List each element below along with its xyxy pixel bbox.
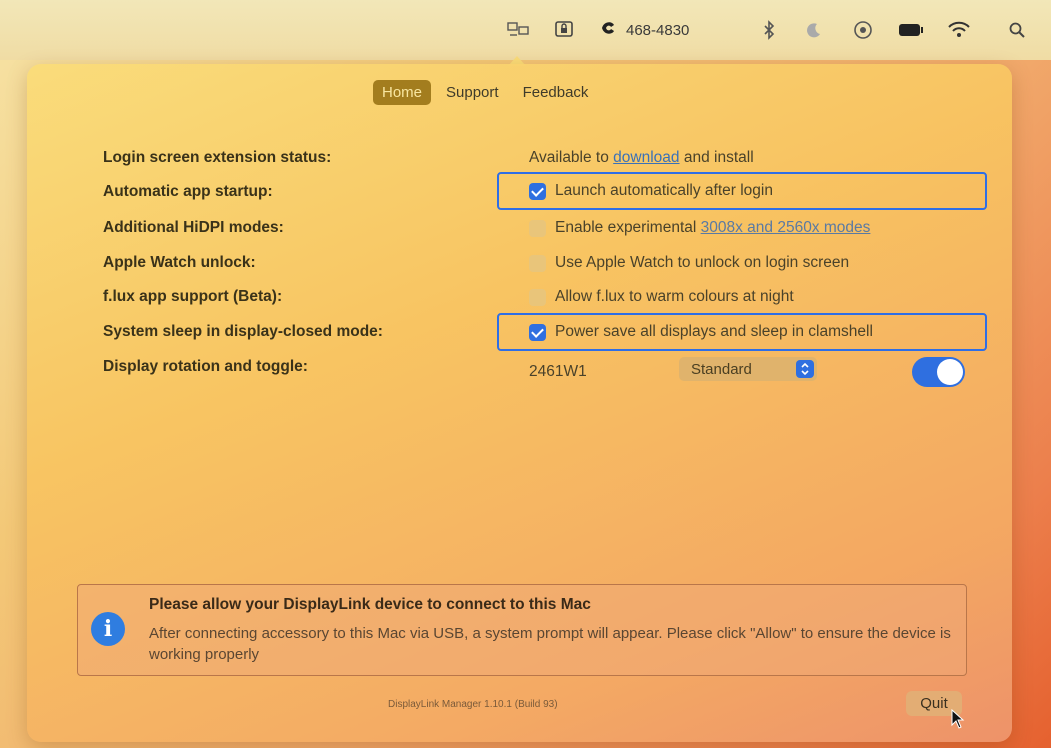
auto-startup-option[interactable]: Launch automatically after login	[529, 182, 773, 200]
flux-text: Allow f.lux to warm colours at night	[555, 288, 794, 305]
rotation-select-value: Standard	[691, 360, 752, 378]
menu-bar: 468-4830	[0, 0, 1051, 60]
hidpi-option[interactable]: Enable experimental 3008x and 2560x mode…	[529, 219, 870, 237]
notice-title: Please allow your DisplayLink device to …	[149, 596, 591, 613]
version-text: DisplayLink Manager 1.10.1 (Build 93)	[388, 699, 558, 710]
hidpi-label: Additional HiDPI modes:	[103, 219, 284, 236]
bluetooth-icon[interactable]	[762, 16, 776, 44]
phone-icon	[600, 19, 622, 41]
login-ext-label: Login screen extension status:	[103, 149, 332, 166]
info-icon: i	[91, 612, 125, 646]
displaylink-icon[interactable]	[507, 16, 529, 44]
flux-option[interactable]: Allow f.lux to warm colours at night	[529, 288, 794, 306]
sleep-label: System sleep in display-closed mode:	[103, 323, 383, 340]
flux-checkbox[interactable]	[529, 288, 546, 306]
watch-unlock-label: Apple Watch unlock:	[103, 254, 256, 271]
rotation-select[interactable]: Standard	[679, 357, 817, 381]
display-name: 2461W1	[529, 363, 587, 380]
screen-lock-icon[interactable]	[554, 16, 574, 44]
phone-number: 468-4830	[626, 21, 690, 39]
login-ext-prefix: Available to	[529, 149, 614, 166]
tab-bar: Home Support Feedback	[373, 80, 597, 105]
login-ext-value: Available to download and install	[529, 149, 754, 167]
watch-unlock-option[interactable]: Use Apple Watch to unlock on login scree…	[529, 254, 849, 272]
auto-startup-checkbox[interactable]	[529, 182, 546, 200]
display-toggle[interactable]	[912, 357, 965, 387]
flux-label: f.lux app support (Beta):	[103, 288, 283, 305]
sleep-checkbox[interactable]	[529, 323, 546, 341]
login-ext-suffix: and install	[679, 149, 754, 166]
moon-icon[interactable]	[805, 16, 823, 44]
tab-feedback[interactable]: Feedback	[514, 80, 598, 105]
battery-icon[interactable]	[898, 16, 924, 44]
toggle-knob	[937, 359, 963, 385]
hidpi-text: Enable experimental	[555, 219, 701, 236]
tab-support[interactable]: Support	[437, 80, 508, 105]
download-link[interactable]: download	[613, 149, 679, 167]
watch-unlock-checkbox[interactable]	[529, 254, 546, 272]
auto-startup-label: Automatic app startup:	[103, 183, 273, 200]
mouse-cursor-icon	[951, 708, 965, 734]
tab-home[interactable]: Home	[373, 80, 432, 105]
notice-body: After connecting accessory to this Mac v…	[149, 625, 951, 663]
hidpi-modes-link[interactable]: 3008x and 2560x modes	[701, 219, 871, 237]
sleep-option[interactable]: Power save all displays and sleep in cla…	[529, 323, 873, 341]
target-icon[interactable]	[853, 16, 873, 44]
phone-status[interactable]: 468-4830	[600, 16, 689, 44]
chevron-updown-icon	[796, 360, 814, 378]
watch-unlock-text: Use Apple Watch to unlock on login scree…	[555, 254, 850, 271]
rotation-label: Display rotation and toggle:	[103, 358, 308, 375]
auto-startup-text: Launch automatically after login	[555, 182, 773, 199]
sleep-text: Power save all displays and sleep in cla…	[555, 323, 873, 340]
search-icon[interactable]	[1008, 16, 1026, 44]
hidpi-checkbox[interactable]	[529, 219, 546, 237]
wifi-icon[interactable]	[948, 16, 970, 44]
